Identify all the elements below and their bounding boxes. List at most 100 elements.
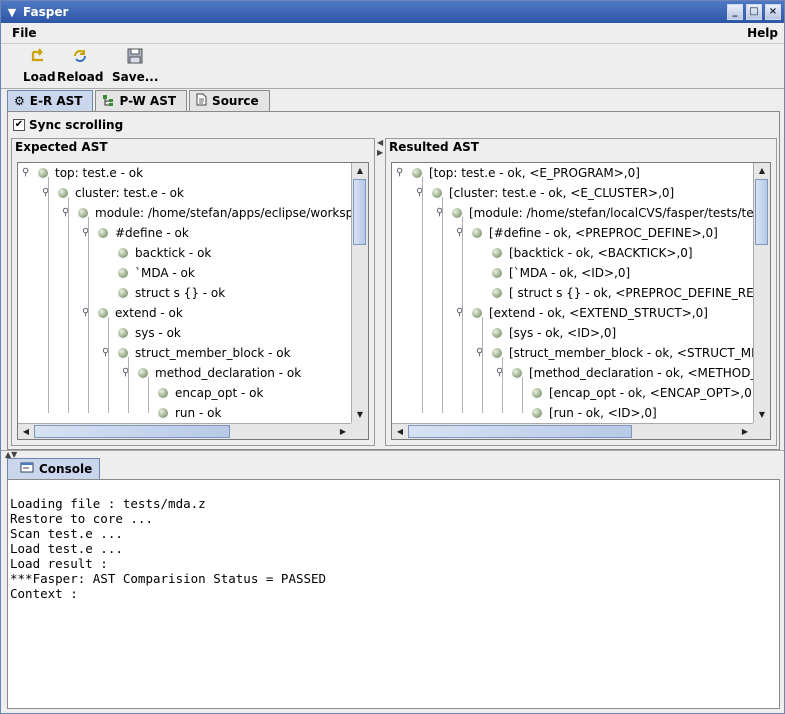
tree-node[interactable]: sys - ok	[102, 323, 181, 343]
tree-node[interactable]: ⚲ [top: test.e - ok, <E_PROGRAM>,0]	[396, 163, 640, 183]
node-icon	[492, 248, 502, 258]
scroll-down-arrow[interactable]: ▼	[754, 407, 770, 423]
tree-node[interactable]: backtick - ok	[102, 243, 211, 263]
scroll-corner	[351, 423, 368, 439]
save-button[interactable]: Save...	[112, 46, 158, 84]
scroll-thumb[interactable]	[34, 425, 230, 438]
tree-node[interactable]: ⚲[method_declaration - ok, <METHOD_DECL	[496, 363, 753, 383]
expand-handle-icon[interactable]: ⚲	[22, 163, 34, 183]
scroll-left-arrow[interactable]: ◀	[18, 424, 34, 439]
tree-node[interactable]: ⚲ [module: /home/stefan/localCVS/fasper/t…	[436, 203, 753, 223]
load-button[interactable]: Load	[23, 46, 56, 84]
sync-scrolling-checkbox[interactable]: ✔	[13, 119, 25, 131]
tree-node-label: [encap_opt - ok, <ENCAP_OPT>,0]	[549, 386, 753, 400]
window-menu-icon[interactable]: ▼	[3, 3, 21, 21]
node-icon	[492, 328, 502, 338]
tree-guide-line	[442, 197, 443, 413]
tree-guide-line	[462, 217, 463, 413]
node-icon	[58, 188, 68, 198]
expected-horizontal-scrollbar[interactable]: ◀ ▶	[18, 423, 351, 439]
expected-vertical-scrollbar[interactable]: ▲ ▼	[351, 163, 368, 423]
tree-guide-line	[482, 317, 483, 413]
scroll-thumb[interactable]	[353, 179, 366, 245]
node-icon	[512, 368, 522, 378]
tree-node-label: [cluster: test.e - ok, <E_CLUSTER>,0]	[449, 186, 675, 200]
tree-node-label: sys - ok	[135, 326, 181, 340]
tree-node[interactable]: ⚲ [cluster: test.e - ok, <E_CLUSTER>,0]	[416, 183, 674, 203]
tree-node[interactable]: ⚲ [#define - ok, <PREPROC_DEFINE>,0]	[456, 223, 718, 243]
expected-ast-tree[interactable]: ⚲ top: test.e - ok ⚲ cluster: test.e - ok ⚲ m…	[17, 162, 369, 440]
scroll-right-arrow[interactable]: ▶	[737, 424, 753, 439]
menu-help[interactable]: Help	[747, 26, 778, 40]
tree-node[interactable]: encap_opt - ok	[142, 383, 263, 403]
load-icon	[29, 46, 49, 66]
tree-node-label: method_declaration - ok	[155, 366, 302, 380]
resulted-ast-tree[interactable]: ⚲ [top: test.e - ok, <E_PROGRAM>,0] ⚲ [clus…	[391, 162, 771, 440]
console-output[interactable]: Loading file : tests/mda.z Restore to co…	[7, 479, 780, 709]
scroll-down-arrow[interactable]: ▼	[352, 407, 368, 423]
tree-guide-line	[108, 317, 109, 413]
resulted-vertical-scrollbar[interactable]: ▲ ▼	[753, 163, 770, 423]
tree-node[interactable]: ⚲ #define - ok	[82, 223, 189, 243]
close-button[interactable]: ×	[765, 4, 781, 20]
tree-node[interactable]: run - ok	[142, 403, 221, 423]
tree-node[interactable]: ⚲ extend - ok	[82, 303, 183, 323]
tree-node[interactable]: [sys - ok, <ID>,0]	[476, 323, 616, 343]
tree-node-label: [module: /home/stefan/localCVS/fasper/te…	[469, 206, 753, 220]
tree-node[interactable]: [backtick - ok, <BACKTICK>,0]	[476, 243, 693, 263]
tree-node[interactable]: ⚲ [extend - ok, <EXTEND_STRUCT>,0]	[456, 303, 708, 323]
reload-button[interactable]: Reload	[57, 46, 103, 84]
tree-node[interactable]: ⚲[struct_member_block - ok, <STRUCT_MEMB…	[476, 343, 753, 363]
console-splitter[interactable]: ▲▼	[1, 450, 784, 459]
toolbar: Load Reload Save...	[1, 43, 784, 89]
tab-source[interactable]: Source	[189, 90, 270, 111]
node-icon	[118, 268, 128, 278]
scroll-left-arrow[interactable]: ◀	[392, 424, 408, 439]
tree-node[interactable]: `MDA - ok	[102, 263, 195, 283]
scroll-up-arrow[interactable]: ▲	[352, 163, 368, 179]
node-icon	[118, 288, 128, 298]
scroll-up-arrow[interactable]: ▲	[754, 163, 770, 179]
resulted-tree-rows: ⚲ [top: test.e - ok, <E_PROGRAM>,0] ⚲ [clus…	[392, 163, 753, 423]
tree-node[interactable]: struct s {} - ok	[102, 283, 225, 303]
node-icon	[38, 168, 48, 178]
tree-node[interactable]: [`MDA - ok, <ID>,0]	[476, 263, 630, 283]
scroll-right-arrow[interactable]: ▶	[335, 424, 351, 439]
title-bar: ▼ Fasper _ □ ×	[1, 1, 784, 23]
node-icon	[472, 308, 482, 318]
window-title: Fasper	[23, 5, 69, 19]
node-icon	[492, 288, 502, 298]
tree-node[interactable]: ⚲ top: test.e - ok	[22, 163, 143, 183]
tree-node-label: #define - ok	[115, 226, 189, 240]
tree-node[interactable]: ⚲ struct_member_block - ok	[102, 343, 291, 363]
tree-node-label: cluster: test.e - ok	[75, 186, 184, 200]
scroll-thumb[interactable]	[408, 425, 632, 438]
maximize-button[interactable]: □	[746, 4, 762, 20]
tree-guide-line	[522, 377, 523, 413]
tree-node[interactable]: [run - ok, <ID>,0]	[516, 403, 657, 423]
tree-node-label: [extend - ok, <EXTEND_STRUCT>,0]	[489, 306, 708, 320]
tree-node[interactable]: ⚲ cluster: test.e - ok	[42, 183, 184, 203]
er-ast-panel: ✔ Sync scrolling Expected AST ⚲ top: test…	[7, 111, 780, 450]
minimize-button[interactable]: _	[727, 4, 743, 20]
scroll-thumb[interactable]	[755, 179, 768, 245]
tree-node-label: encap_opt - ok	[175, 386, 264, 400]
node-icon	[78, 208, 88, 218]
tab-pw-ast[interactable]: P-W AST	[95, 90, 188, 111]
tree-node-label: [method_declaration - ok, <METHOD_DECL	[529, 366, 753, 380]
sync-scrolling[interactable]: ✔ Sync scrolling	[13, 118, 123, 132]
tree-node[interactable]: [encap_opt - ok, <ENCAP_OPT>,0]	[516, 383, 753, 403]
expand-handle-icon[interactable]: ⚲	[396, 163, 408, 183]
ast-tabs: ⚙ E-R AST P-W AST Source	[7, 90, 272, 111]
tree-node[interactable]: ⚲ module: /home/stefan/apps/eclipse/works…	[62, 203, 351, 223]
split-pane-divider[interactable]: ◀ ▶	[377, 138, 383, 158]
menu-file[interactable]: File	[12, 26, 37, 40]
tree-node[interactable]: [ struct s {} - ok, <PREPROC_DEFINE_REPL…	[476, 283, 753, 303]
expected-tree-rows: ⚲ top: test.e - ok ⚲ cluster: test.e - ok ⚲ m…	[18, 163, 351, 423]
resulted-horizontal-scrollbar[interactable]: ◀ ▶	[392, 423, 753, 439]
node-icon	[98, 308, 108, 318]
tab-console[interactable]: Console	[7, 458, 100, 479]
scroll-corner	[753, 423, 770, 439]
node-icon	[532, 408, 542, 418]
tab-er-ast[interactable]: ⚙ E-R AST	[7, 90, 94, 111]
